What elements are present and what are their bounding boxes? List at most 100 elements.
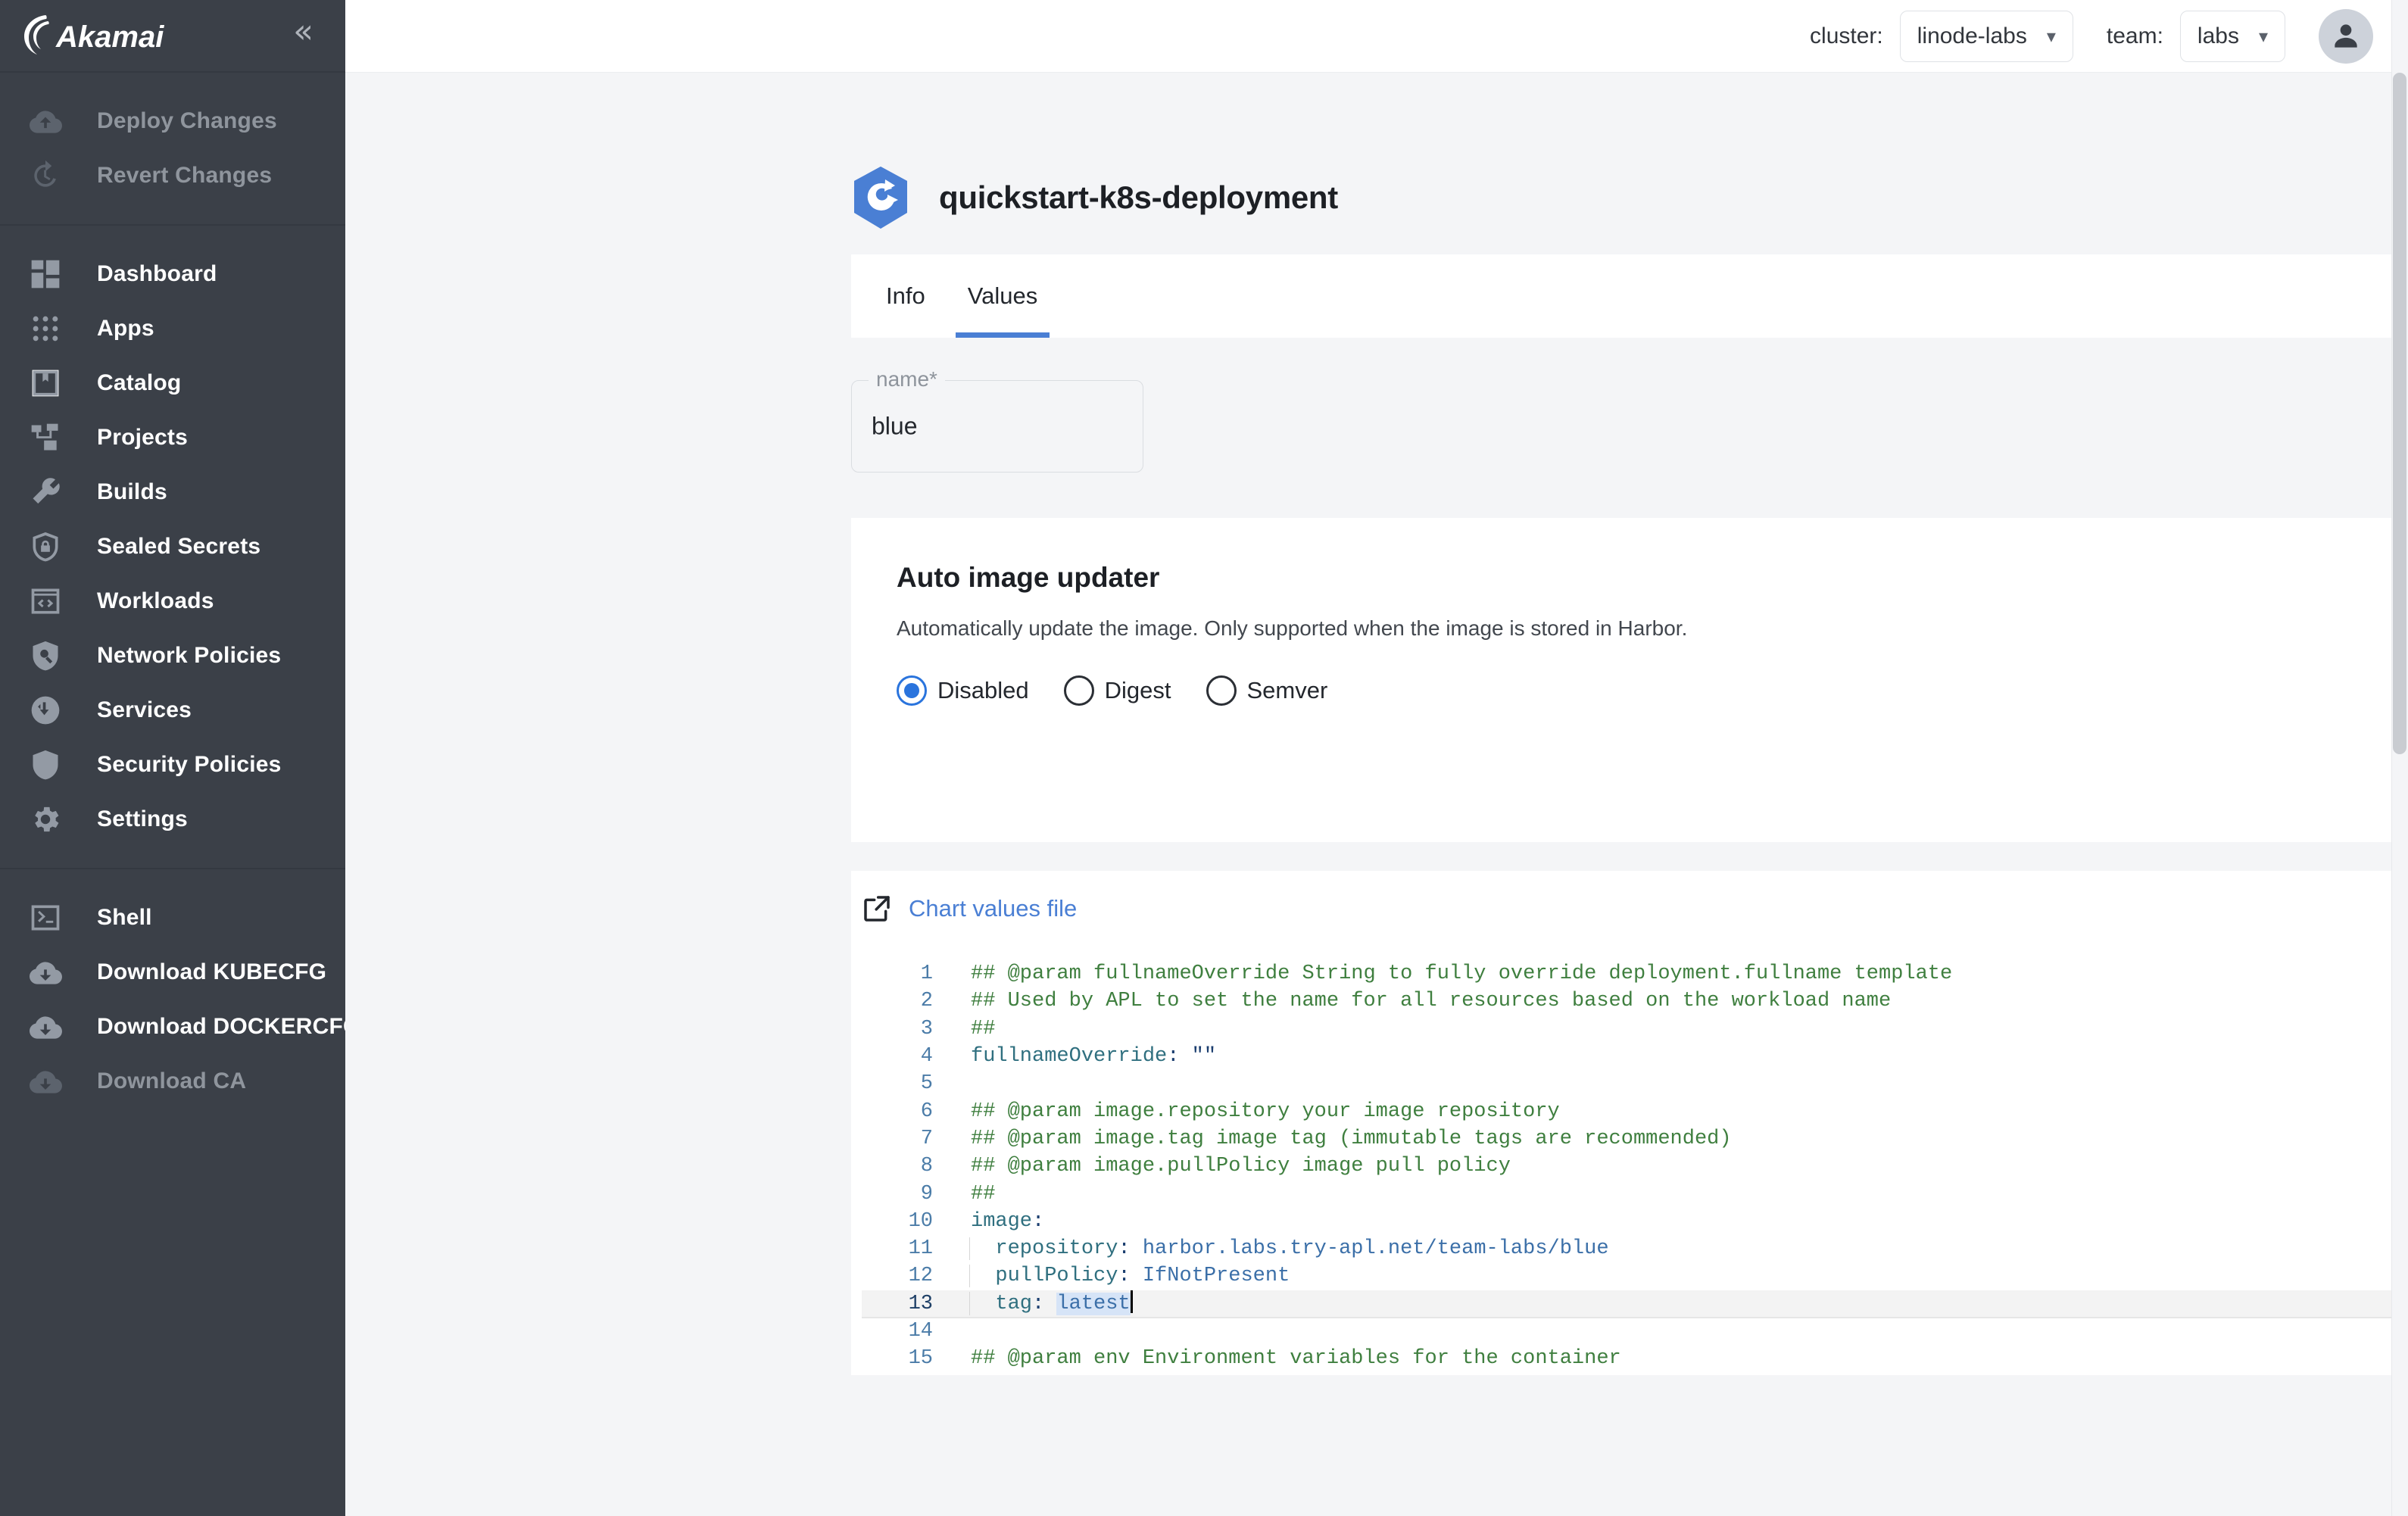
page-scroll-thumb[interactable] (2393, 73, 2406, 754)
code-text: image: (944, 1210, 1044, 1233)
projects-tree-icon (26, 418, 65, 457)
radio-digest[interactable]: Digest (1063, 675, 1177, 706)
line-number: 13 (908, 1292, 933, 1315)
radio-button-icon[interactable] (1206, 675, 1237, 706)
sidebar-item-settings[interactable]: Settings (0, 792, 345, 847)
sidebar-item-label: Settings (97, 806, 188, 831)
line-number: 10 (908, 1209, 933, 1233)
sidebar-item-download-ca[interactable]: Download CA (0, 1054, 345, 1109)
sidebar-group-1: Dashboard Apps Catalog Projects Builds Sealed… (0, 226, 345, 869)
line-number: 14 (908, 1320, 933, 1343)
auto-image-updater-heading: Auto image updater (897, 562, 1160, 593)
sidebar-item-revert-changes[interactable]: Revert Changes (0, 148, 345, 203)
team-select[interactable]: labs ▾ (2179, 10, 2285, 62)
sidebar-item-download-kubecfg[interactable]: Download KUBECFG (0, 945, 345, 1000)
code-line[interactable]: 16## (862, 1372, 2408, 1376)
code-line[interactable]: 12 pullPolicy: IfNotPresent (862, 1262, 2408, 1290)
sidebar-item-label: Builds (97, 479, 167, 504)
code-token: "" (1191, 1045, 1217, 1068)
sidebar-item-sealed-secrets[interactable]: Sealed Secrets (0, 519, 345, 574)
code-line[interactable]: 1 ## @param fullnameOverride String to fu… (862, 960, 2408, 987)
cluster-select-value: linode-labs (1917, 23, 2027, 48)
code-line[interactable]: 11 repository: harbor.labs.try-apl.net/t… (862, 1235, 2408, 1262)
user-avatar-icon (2335, 23, 2357, 48)
shield-lock-icon (26, 527, 65, 566)
sidebar-item-label: Projects (97, 425, 188, 450)
page-vertical-scrollbar[interactable] (2391, 0, 2408, 1516)
text-cursor (1130, 1290, 1133, 1314)
code-line[interactable]: 9 ## (862, 1180, 2408, 1207)
radio-semver[interactable]: Semver (1206, 675, 1334, 706)
radio-button-icon[interactable] (897, 675, 927, 706)
team-select-value: labs (2197, 23, 2239, 48)
sidebar-item-label: Network Policies (97, 643, 282, 668)
sidebar: Akamai « Deploy Changes Revert Changes Das… (0, 0, 345, 1516)
line-number: 2 (920, 990, 933, 1013)
code-token: fullnameOverride (971, 1045, 1168, 1068)
code-token: ## @param fullnameOverride String to ful… (971, 962, 1953, 986)
sidebar-item-dashboard[interactable]: Dashboard (0, 247, 345, 301)
tab-values[interactable]: Values (947, 254, 1059, 338)
radio-disabled[interactable]: Disabled (897, 675, 1035, 706)
sidebar-item-label: Catalog (97, 370, 182, 395)
sidebar-item-download-dockercfg[interactable]: Download DOCKERCFG (0, 1000, 345, 1054)
sidebar-item-builds[interactable]: Builds (0, 465, 345, 519)
indent-guide (969, 1237, 970, 1261)
cloud-download-icon (26, 1007, 65, 1047)
sidebar-item-deploy-changes[interactable]: Deploy Changes (0, 94, 345, 148)
sidebar-collapse-icon[interactable]: « (289, 15, 318, 56)
code-line[interactable]: 14 (862, 1318, 2408, 1345)
sidebar-item-catalog[interactable]: Catalog (0, 356, 345, 410)
code-token: : (1118, 1237, 1131, 1261)
code-token: : (1118, 1265, 1131, 1288)
card-gap (851, 842, 2408, 871)
code-line[interactable]: 6 ## @param image.repository your image r… (862, 1097, 2408, 1125)
code-line[interactable]: 7 ## @param image.tag image tag (immutabl… (862, 1125, 2408, 1153)
code-line[interactable]: 15 ## @param env Environment variables fo… (862, 1345, 2408, 1372)
code-text: fullnameOverride: "" (944, 1045, 1216, 1068)
name-input-legend-text: name (876, 367, 930, 391)
radio-label: Disabled (937, 677, 1029, 703)
code-line[interactable]: 8 ## @param image.pullPolicy image pull p… (862, 1153, 2408, 1180)
sidebar-item-security-policies[interactable]: Security Policies (0, 738, 345, 792)
sidebar-item-shell[interactable]: Shell (0, 891, 345, 945)
sidebar-nav: Deploy Changes Revert Changes Dashboard App… (0, 73, 345, 1130)
name-input[interactable]: name* blue (851, 367, 1143, 473)
page-body: quickstart-k8s-deployment Submit Info Val… (345, 141, 2408, 1375)
team-label: team: (2106, 23, 2163, 48)
sidebar-item-projects[interactable]: Projects (0, 410, 345, 465)
cloud-download-icon (26, 1062, 65, 1101)
code-token: ## @param image.tag image tag (immutable… (971, 1127, 1732, 1150)
code-line[interactable]: 3 ## (862, 1015, 2408, 1043)
code-text: ## @param image.pullPolicy image pull po… (944, 1155, 1511, 1178)
cluster-select[interactable]: linode-labs ▾ (1899, 10, 2073, 62)
sidebar-item-label: Sealed Secrets (97, 534, 261, 559)
code-line[interactable]: 4 fullnameOverride: "" (862, 1043, 2408, 1070)
code-line[interactable]: 10 image: (862, 1208, 2408, 1235)
radio-label: Digest (1104, 677, 1171, 703)
sidebar-item-services[interactable]: Services (0, 683, 345, 738)
chart-values-file-link[interactable]: Chart values file (862, 881, 2408, 944)
tab-label: Info (886, 282, 925, 309)
avatar[interactable] (2319, 8, 2373, 64)
radio-button-icon[interactable] (1063, 675, 1094, 706)
code-line-active[interactable]: 13 tag: latest (862, 1290, 2408, 1318)
code-line[interactable]: 2 ## Used by APL to set the name for all … (862, 987, 2408, 1015)
code-editor[interactable]: 1 ## @param fullnameOverride String to fu… (862, 944, 2408, 1375)
code-token: harbor.labs.try-apl.net/team-labs/blue (1142, 1237, 1609, 1261)
code-editor-lines[interactable]: 1 ## @param fullnameOverride String to fu… (862, 944, 2408, 1375)
sidebar-item-network-policies[interactable]: Network Policies (0, 629, 345, 683)
code-line[interactable]: 5 (862, 1070, 2408, 1097)
indent-guide (969, 1292, 970, 1316)
sidebar-item-label: Download KUBECFG (97, 959, 327, 984)
code-token: : (1167, 1045, 1180, 1068)
sidebar-item-apps[interactable]: Apps (0, 301, 345, 356)
sidebar-item-workloads[interactable]: Workloads (0, 574, 345, 629)
indent-guide (969, 1265, 970, 1288)
sidebar-item-label: Shell (97, 905, 152, 930)
code-token: ## Used by APL to set the name for all r… (971, 990, 1892, 1013)
tab-info[interactable]: Info (865, 254, 947, 338)
